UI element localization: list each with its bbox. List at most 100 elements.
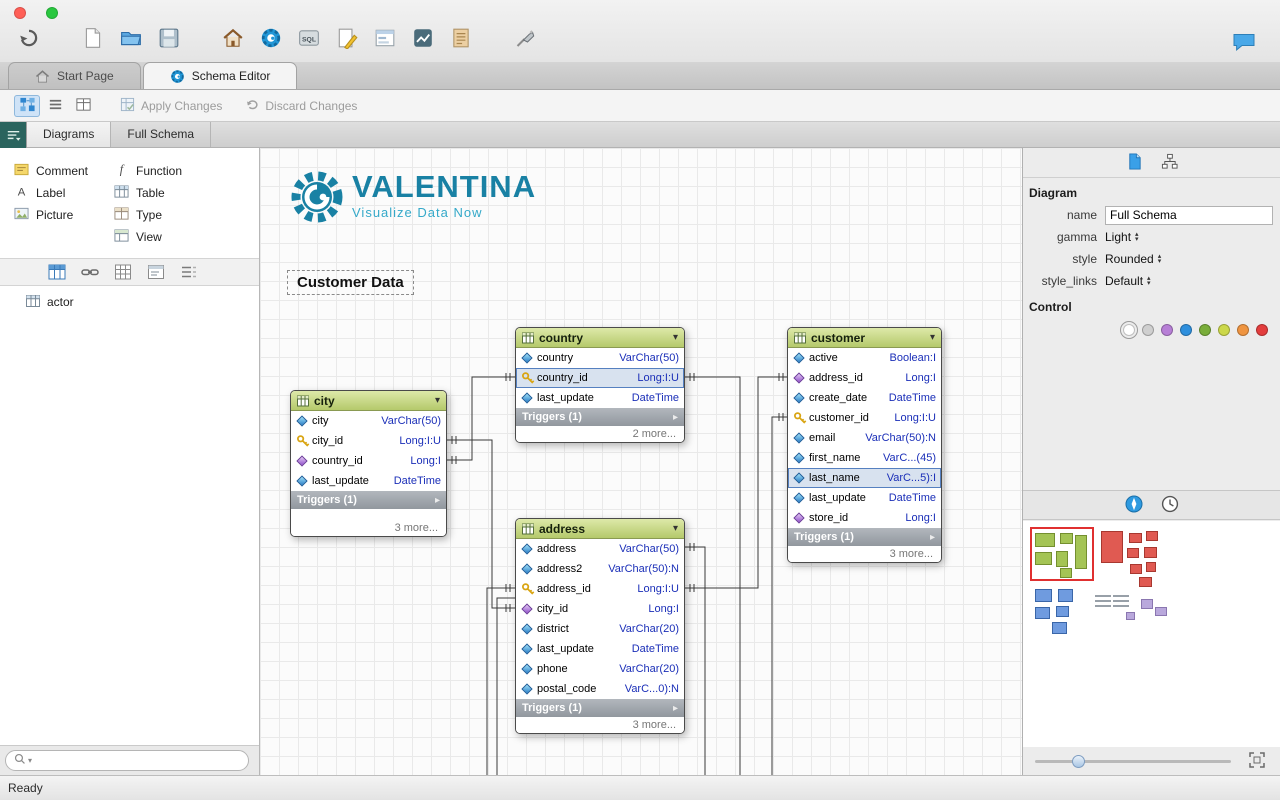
palette-item-view[interactable]: View	[114, 226, 214, 248]
color-dot-7[interactable]	[1256, 324, 1268, 336]
field-row-country_id[interactable]: country_id Long:I:U	[516, 368, 684, 388]
entity-header[interactable]: city ▾	[291, 391, 446, 411]
list-item-actor[interactable]: actor	[0, 292, 259, 312]
gamma-select[interactable]: Light ▴ ▾	[1105, 230, 1139, 244]
palette-item-table[interactable]: Table	[114, 182, 214, 204]
field-row-address2[interactable]: address2 VarChar(50):N	[516, 559, 684, 579]
diagram-properties-tab[interactable]	[1126, 152, 1143, 173]
field-row-last_update[interactable]: last_update DateTime	[516, 388, 684, 408]
color-dot-6[interactable]	[1237, 324, 1249, 336]
triggers-bar[interactable]: Triggers (1) ▸	[516, 408, 684, 426]
collapse-caret-icon[interactable]: ▾	[930, 332, 935, 343]
save-button[interactable]	[154, 24, 184, 54]
field-row-city_id[interactable]: city_id Long:I:U	[291, 431, 446, 451]
field-row-last_update[interactable]: last_update DateTime	[788, 488, 941, 508]
triggers-bar[interactable]: Triggers (1) ▸	[788, 528, 941, 546]
columns-view-button[interactable]	[70, 95, 96, 117]
schema-editor-button[interactable]	[256, 24, 286, 54]
entity-customer[interactable]: customer ▾ active Boolean:I address_id Long:I…	[787, 327, 942, 563]
diagram-view-button[interactable]	[14, 94, 40, 117]
style-links-select[interactable]: Default ▴ ▾	[1105, 274, 1151, 288]
discard-changes-button[interactable]: Discard Changes	[244, 97, 357, 115]
triggers-bar[interactable]: Triggers (1) ▸	[291, 491, 446, 509]
apply-changes-button[interactable]: Apply Changes	[120, 97, 222, 115]
more-fields-link[interactable]: 2 more...	[516, 426, 684, 442]
entity-header[interactable]: address ▾	[516, 519, 684, 539]
diagram-name-input[interactable]	[1105, 205, 1273, 225]
field-row-store_id[interactable]: store_id Long:I	[788, 508, 941, 528]
start-page-button[interactable]	[218, 24, 248, 54]
field-row-last_update[interactable]: last_update DateTime	[291, 471, 446, 491]
field-row-postal_code[interactable]: postal_code VarC...0):N	[516, 679, 684, 699]
field-row-city_id[interactable]: city_id Long:I	[516, 599, 684, 619]
filter-menu-button[interactable]	[0, 122, 27, 148]
palette-item-type[interactable]: Type	[114, 204, 214, 226]
field-row-country[interactable]: country VarChar(50)	[516, 348, 684, 368]
navigator-tab[interactable]	[1125, 495, 1143, 516]
field-row-city[interactable]: city VarChar(50)	[291, 411, 446, 431]
triggers-bar[interactable]: Triggers (1) ▸	[516, 699, 684, 717]
field-row-email[interactable]: email VarChar(50):N	[788, 428, 941, 448]
field-row-phone[interactable]: phone VarChar(20)	[516, 659, 684, 679]
data-transfer-button[interactable]	[510, 24, 540, 54]
color-dot-2[interactable]	[1161, 324, 1173, 336]
diagram-canvas[interactable]: VALENTINA Visualize Data Now Customer Da…	[260, 148, 1022, 775]
field-row-active[interactable]: active Boolean:I	[788, 348, 941, 368]
field-row-address_id[interactable]: address_id Long:I:U	[516, 579, 684, 599]
entity-header[interactable]: country ▾	[516, 328, 684, 348]
color-dot-3[interactable]	[1180, 324, 1192, 336]
color-dot-1[interactable]	[1142, 324, 1154, 336]
zoom-slider-thumb[interactable]	[1072, 754, 1086, 768]
search-box[interactable]: ▾	[5, 750, 249, 771]
forms-editor-button[interactable]	[370, 24, 400, 54]
collapse-caret-icon[interactable]: ▾	[673, 332, 678, 343]
collapse-caret-icon[interactable]: ▾	[673, 523, 678, 534]
tab-start-page[interactable]: Start Page	[8, 62, 141, 89]
grid-filter-icon[interactable]	[114, 263, 132, 281]
new-document-button[interactable]	[78, 24, 108, 54]
palette-item-function[interactable]: f Function	[114, 160, 214, 182]
feedback-bubble-icon[interactable]	[1232, 32, 1258, 52]
views-filter-icon[interactable]	[147, 263, 165, 281]
field-row-first_name[interactable]: first_name VarC...(45)	[788, 448, 941, 468]
history-tab[interactable]	[1161, 495, 1179, 516]
style-select[interactable]: Rounded ▴ ▾	[1105, 252, 1161, 266]
palette-item-comment[interactable]: Comment	[14, 160, 114, 182]
diagram-label[interactable]: Customer Data	[287, 270, 414, 295]
collapse-caret-icon[interactable]: ▾	[435, 395, 440, 406]
relation-line[interactable]	[685, 543, 706, 775]
color-dot-5[interactable]	[1218, 324, 1230, 336]
field-row-customer_id[interactable]: customer_id Long:I:U	[788, 408, 941, 428]
field-row-last_name[interactable]: last_name VarC...5):I	[788, 468, 941, 488]
zoom-slider-track[interactable]	[1035, 754, 1231, 768]
palette-item-label[interactable]: A Label	[14, 182, 114, 204]
tables-filter-icon[interactable]	[48, 263, 66, 281]
strip-tab-full-schema[interactable]: Full Schema	[111, 122, 212, 147]
more-fields-link[interactable]: 3 more...	[291, 509, 446, 536]
more-fields-link[interactable]: 3 more...	[516, 717, 684, 733]
schema-tree-tab[interactable]	[1161, 153, 1178, 173]
entity-address[interactable]: address ▾ address VarChar(50) address2 VarCha…	[515, 518, 685, 734]
open-button[interactable]	[116, 24, 146, 54]
relation-line[interactable]	[496, 597, 515, 775]
tab-schema-editor[interactable]: Schema Editor	[142, 62, 298, 89]
minimap-viewport[interactable]	[1030, 527, 1094, 581]
diagram-minimap[interactable]	[1023, 521, 1280, 747]
relation-line[interactable]	[447, 436, 515, 612]
palette-item-picture[interactable]: Picture	[14, 204, 114, 226]
columns-filter-icon[interactable]	[180, 263, 198, 281]
report-editor-button[interactable]	[332, 24, 362, 54]
links-filter-icon[interactable]	[81, 263, 99, 281]
color-dot-0[interactable]	[1120, 321, 1138, 339]
entity-city[interactable]: city ▾ city VarChar(50) city_id Long:I:U count…	[290, 390, 447, 537]
field-row-country_id[interactable]: country_id Long:I	[291, 451, 446, 471]
relation-line[interactable]	[486, 584, 515, 775]
entity-country[interactable]: country ▾ country VarChar(50) country_id Long…	[515, 327, 685, 443]
field-row-address_id[interactable]: address_id Long:I	[788, 368, 941, 388]
zoom-button[interactable]	[46, 7, 58, 19]
undo-button[interactable]	[14, 24, 44, 54]
close-button[interactable]	[14, 7, 26, 19]
entity-header[interactable]: customer ▾	[788, 328, 941, 348]
list-view-button[interactable]	[42, 95, 68, 117]
search-input[interactable]	[34, 754, 240, 767]
